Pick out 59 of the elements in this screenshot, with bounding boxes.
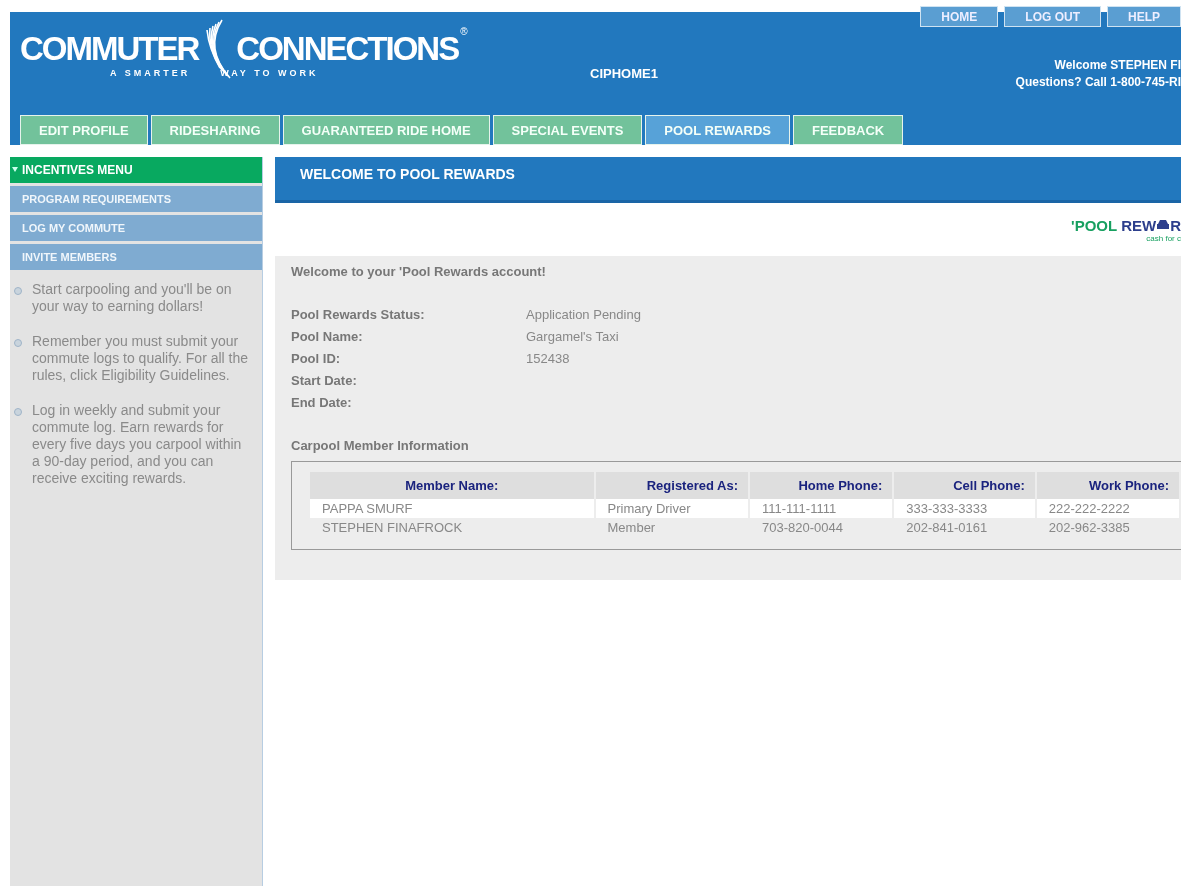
field-label: End Date: — [291, 395, 353, 410]
sidebar-item[interactable]: PROGRAM REQUIREMENTS — [10, 186, 262, 212]
menu-title: INCENTIVES MENU — [22, 163, 133, 177]
table-cell-text: 202-962-3385 — [1047, 519, 1131, 537]
field-value: Application Pending — [526, 307, 642, 322]
header-link[interactable]: HELP — [1107, 6, 1181, 27]
nav-tab[interactable]: SPECIAL EVENTS — [492, 115, 643, 145]
menu-header[interactable]: INCENTIVES MENU — [10, 157, 262, 183]
field-value: 152438 — [526, 351, 571, 366]
table-cell-text: 202-841-0161 — [905, 519, 989, 537]
help-phone-text: Questions? Call 1-800-745-RI — [1015, 74, 1181, 91]
brand-text: REW — [1121, 216, 1157, 234]
bullet-icon — [14, 408, 22, 416]
field-label: Pool ID: — [291, 351, 342, 366]
nav-tab[interactable]: EDIT PROFILE — [20, 115, 148, 145]
table-cell-text: Member — [606, 519, 657, 537]
intro-text: Welcome to your 'Pool Rewards account! — [291, 264, 547, 279]
table-cell: 333-333-3333 — [894, 499, 1035, 518]
sidebar-item[interactable]: INVITE MEMBERS — [10, 244, 262, 270]
tip-text: Start carpooling and you'll be on your way to earning dollars! — [32, 281, 233, 315]
column-header: Work Phone: — [1036, 472, 1179, 499]
header-link[interactable]: HOME — [920, 6, 999, 27]
brand-tagline: cash for c — [1146, 233, 1181, 243]
page-code: CIPHOME1 — [590, 66, 658, 81]
sidebar-item[interactable]: LOG MY COMMUTE — [10, 215, 262, 241]
field-label: Pool Rewards Status: — [291, 307, 426, 322]
table-cell: 222-222-2222 — [1036, 499, 1179, 518]
column-header: Cell Phone: — [894, 472, 1035, 499]
members-title: Carpool Member Information — [291, 438, 470, 453]
column-header: Home Phone: — [750, 472, 893, 499]
table-cell: PAPPA SMURF — [310, 499, 594, 518]
registered-mark: ® — [460, 26, 468, 37]
column-header: Member Name: — [310, 472, 594, 499]
nav-tab[interactable]: RIDESHARING — [150, 115, 280, 145]
column-header: Registered As: — [595, 472, 748, 499]
welcome-text: Welcome STEPHEN FI — [1054, 57, 1181, 74]
header-link[interactable]: LOG OUT — [1004, 6, 1101, 27]
field-label: Pool Name: — [291, 329, 364, 344]
car-icon — [1156, 219, 1171, 231]
nav-tab[interactable]: FEEDBACK — [793, 115, 904, 145]
table-cell: Primary Driver — [595, 499, 748, 518]
section-title: WELCOME TO POOL REWARDS — [275, 157, 1181, 203]
field-label: Start Date: — [291, 373, 358, 388]
table-cell-text: 703-820-0044 — [761, 519, 844, 537]
tip-text: Remember you must submit your commute logs to qualify. For all the rules, click Eligibility Guidelines. — [32, 333, 250, 384]
table-cell: 111-111-1111 — [750, 499, 893, 518]
chevron-icon — [12, 167, 18, 173]
logo-text: COMMUTER — [20, 30, 199, 68]
brand-text: 'POOL — [1071, 216, 1118, 234]
nav-tab[interactable]: GUARANTEED RIDE HOME — [282, 115, 490, 145]
nav-tab[interactable]: POOL REWARDS — [645, 115, 790, 145]
bullet-icon — [14, 339, 22, 347]
brand-text: R — [1170, 216, 1181, 234]
logo-text: CONNECTIONS — [236, 30, 459, 68]
field-value: Gargamel's Taxi — [526, 329, 620, 344]
table-cell-text: STEPHEN FINAFROCK — [321, 519, 464, 537]
bullet-icon — [14, 287, 22, 295]
logo-tagline: A SMARTER — [110, 68, 191, 78]
tip-text: Log in weekly and submit your commute log. Earn rewards for every five days you carpool within a 90-day period, and you can receive exciting rewards. — [32, 402, 243, 487]
